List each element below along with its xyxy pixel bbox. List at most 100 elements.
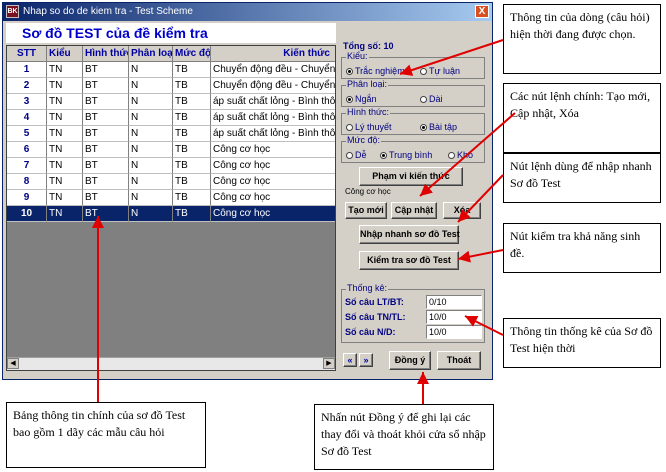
table-cell-hinh-thuc[interactable]: BT xyxy=(83,158,129,174)
radio-tu-luan[interactable]: Tự luận xyxy=(420,66,460,76)
table-cell-phan-loai[interactable]: N xyxy=(129,158,173,174)
table-cell-kien-thuc[interactable]: Chuyển động đều - Chuyển xyxy=(211,62,335,78)
table-cell-hinh-thuc[interactable]: BT xyxy=(83,126,129,142)
kiem-tra-button[interactable]: Kiểm tra sơ đồ Test xyxy=(359,251,459,270)
table-cell-muc-do[interactable]: TB xyxy=(173,78,211,94)
table-cell-kien-thuc[interactable]: Công cơ học xyxy=(211,206,335,222)
title-bar[interactable]: BK Nhap so do de kiem tra - Test Scheme … xyxy=(3,3,492,21)
table-cell-phan-loai[interactable]: N xyxy=(129,206,173,222)
table-row[interactable]: 6 TN BT N TB Công cơ học xyxy=(7,142,335,158)
table-cell-kieu[interactable]: TN xyxy=(47,174,83,190)
table-cell-kien-thuc[interactable]: Công cơ học xyxy=(211,174,335,190)
question-grid[interactable]: STT Kiểu Hình thức Phân loại Mức độ Kiến… xyxy=(6,45,336,371)
scroll-right-icon[interactable]: ▶ xyxy=(323,358,335,369)
table-row[interactable]: 8 TN BT N TB Công cơ học xyxy=(7,174,335,190)
radio-bai-tap[interactable]: Bài tập xyxy=(420,122,457,132)
column-header-phan-loai[interactable]: Phân loại xyxy=(129,46,173,62)
scroll-left-icon[interactable]: ◀ xyxy=(7,358,19,369)
table-cell-muc-do[interactable]: TB xyxy=(173,174,211,190)
table-cell-kieu[interactable]: TN xyxy=(47,110,83,126)
table-cell-hinh-thuc[interactable]: BT xyxy=(83,110,129,126)
radio-ly-thuyet[interactable]: Lý thuyết xyxy=(346,122,392,132)
radio-kho[interactable]: Khó xyxy=(448,150,473,160)
table-cell-muc-do[interactable]: TB xyxy=(173,110,211,126)
table-cell-stt[interactable]: 4 xyxy=(7,110,47,126)
table-cell-kieu[interactable]: TN xyxy=(47,206,83,222)
table-cell-hinh-thuc[interactable]: BT xyxy=(83,94,129,110)
table-cell-kieu[interactable]: TN xyxy=(47,94,83,110)
table-cell-kieu[interactable]: TN xyxy=(47,78,83,94)
table-cell-kien-thuc[interactable]: áp suất chất lỏng - Bình thôn xyxy=(211,126,335,142)
close-icon[interactable]: X xyxy=(475,5,489,18)
table-cell-phan-loai[interactable]: N xyxy=(129,142,173,158)
table-cell-muc-do[interactable]: TB xyxy=(173,126,211,142)
table-row[interactable]: 5 TN BT N TB áp suất chất lỏng - Bình thôn xyxy=(7,126,335,142)
column-header-hinh-thuc[interactable]: Hình thức xyxy=(83,46,129,62)
table-cell-kien-thuc[interactable]: áp suất chất lỏng - Bình thôn xyxy=(211,94,335,110)
radio-trung-binh[interactable]: Trung bình xyxy=(380,150,432,160)
radio-dai[interactable]: Dài xyxy=(420,94,443,104)
table-cell-kieu[interactable]: TN xyxy=(47,142,83,158)
column-header-muc-do[interactable]: Mức độ xyxy=(173,46,211,62)
table-cell-stt[interactable]: 2 xyxy=(7,78,47,94)
table-cell-phan-loai[interactable]: N xyxy=(129,126,173,142)
table-cell-kieu[interactable]: TN xyxy=(47,158,83,174)
table-row[interactable]: 1 TN BT N TB Chuyển động đều - Chuyển xyxy=(7,62,335,78)
table-cell-kieu[interactable]: TN xyxy=(47,190,83,206)
xoa-button[interactable]: Xóa xyxy=(443,202,481,219)
cap-nhat-button[interactable]: Cập nhật xyxy=(391,202,437,219)
radio-ngan[interactable]: Ngắn xyxy=(346,94,377,104)
table-cell-stt[interactable]: 9 xyxy=(7,190,47,206)
radio-trac-nghiem[interactable]: Trắc nghiệm xyxy=(346,66,405,76)
table-cell-stt[interactable]: 6 xyxy=(7,142,47,158)
dong-y-button[interactable]: Đồng ý xyxy=(389,351,431,370)
table-cell-kien-thuc[interactable]: áp suất chất lỏng - Bình thôn xyxy=(211,110,335,126)
table-cell-stt[interactable]: 1 xyxy=(7,62,47,78)
table-cell-phan-loai[interactable]: N xyxy=(129,62,173,78)
table-cell-hinh-thuc[interactable]: BT xyxy=(83,78,129,94)
table-cell-phan-loai[interactable]: N xyxy=(129,110,173,126)
table-cell-kien-thuc[interactable]: Công cơ học xyxy=(211,158,335,174)
tao-moi-button[interactable]: Tạo mới xyxy=(345,202,387,219)
table-cell-muc-do[interactable]: TB xyxy=(173,94,211,110)
pham-vi-kien-thuc-button[interactable]: Phạm vi kiến thức xyxy=(359,167,463,186)
table-row[interactable]: 10 TN BT N TB Công cơ học xyxy=(7,206,335,222)
table-cell-hinh-thuc[interactable]: BT xyxy=(83,206,129,222)
table-cell-hinh-thuc[interactable]: BT xyxy=(83,174,129,190)
table-cell-kien-thuc[interactable]: Công cơ học xyxy=(211,142,335,158)
table-cell-hinh-thuc[interactable]: BT xyxy=(83,142,129,158)
table-row[interactable]: 3 TN BT N TB áp suất chất lỏng - Bình thôn xyxy=(7,94,335,110)
move-down-icon[interactable]: » xyxy=(359,353,373,367)
table-row[interactable]: 2 TN BT N TB Chuyển động đều - Chuyển xyxy=(7,78,335,94)
table-row[interactable]: 9 TN BT N TB Công cơ học xyxy=(7,190,335,206)
column-header-stt[interactable]: STT xyxy=(7,46,47,62)
table-row[interactable]: 4 TN BT N TB áp suất chất lỏng - Bình thôn xyxy=(7,110,335,126)
table-cell-stt[interactable]: 10 xyxy=(7,206,47,222)
table-cell-hinh-thuc[interactable]: BT xyxy=(83,190,129,206)
table-cell-stt[interactable]: 5 xyxy=(7,126,47,142)
table-cell-muc-do[interactable]: TB xyxy=(173,206,211,222)
table-row[interactable]: 7 TN BT N TB Công cơ học xyxy=(7,158,335,174)
table-cell-phan-loai[interactable]: N xyxy=(129,190,173,206)
table-cell-hinh-thuc[interactable]: BT xyxy=(83,62,129,78)
thoat-button[interactable]: Thoát xyxy=(437,351,481,370)
horizontal-scrollbar[interactable]: ◀ ▶ xyxy=(7,357,335,370)
table-cell-phan-loai[interactable]: N xyxy=(129,174,173,190)
column-header-kieu[interactable]: Kiểu xyxy=(47,46,83,62)
table-cell-stt[interactable]: 8 xyxy=(7,174,47,190)
table-cell-stt[interactable]: 3 xyxy=(7,94,47,110)
move-up-icon[interactable]: « xyxy=(343,353,357,367)
table-cell-muc-do[interactable]: TB xyxy=(173,142,211,158)
table-cell-kien-thuc[interactable]: Chuyển động đều - Chuyển xyxy=(211,78,335,94)
radio-de[interactable]: Dễ xyxy=(346,150,367,160)
table-cell-phan-loai[interactable]: N xyxy=(129,94,173,110)
table-cell-kien-thuc[interactable]: Công cơ học xyxy=(211,190,335,206)
nhap-nhanh-button[interactable]: Nhập nhanh sơ đồ Test xyxy=(359,225,460,244)
table-cell-muc-do[interactable]: TB xyxy=(173,158,211,174)
table-cell-kieu[interactable]: TN xyxy=(47,126,83,142)
table-cell-phan-loai[interactable]: N xyxy=(129,78,173,94)
table-cell-muc-do[interactable]: TB xyxy=(173,190,211,206)
table-cell-muc-do[interactable]: TB xyxy=(173,62,211,78)
column-header-kien-thuc[interactable]: Kiến thức xyxy=(211,46,335,62)
table-cell-stt[interactable]: 7 xyxy=(7,158,47,174)
